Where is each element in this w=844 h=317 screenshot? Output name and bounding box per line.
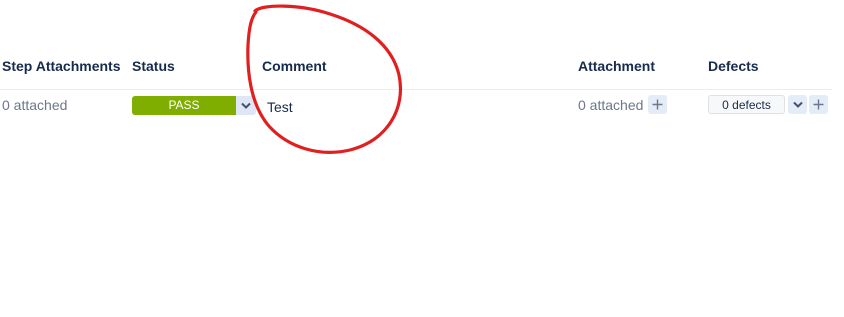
header-attachment: Attachment [578, 58, 656, 74]
row-divider [0, 89, 832, 90]
defects-dropdown-button[interactable] [788, 95, 807, 114]
test-step-table: Step Attachments Status Comment Attachme… [0, 0, 844, 317]
chevron-down-icon [792, 101, 803, 108]
step-attachments-count: 0 attached [2, 97, 68, 113]
chevron-down-icon [241, 102, 251, 109]
header-status: Status [132, 58, 175, 74]
annotation-circle [246, 4, 402, 154]
add-attachment-button[interactable] [648, 95, 667, 114]
comment-field[interactable]: Test [267, 99, 293, 115]
plus-icon [813, 99, 824, 110]
status-dropdown-button[interactable] [236, 96, 256, 115]
header-defects: Defects [708, 58, 759, 74]
status-pass-badge[interactable]: PASS [132, 96, 236, 115]
defects-field[interactable]: 0 defects [708, 95, 785, 114]
attachment-count: 0 attached [578, 97, 644, 113]
header-comment: Comment [262, 58, 327, 74]
plus-icon [652, 99, 663, 110]
header-step-attachments: Step Attachments [2, 58, 121, 74]
add-defect-button[interactable] [809, 95, 828, 114]
